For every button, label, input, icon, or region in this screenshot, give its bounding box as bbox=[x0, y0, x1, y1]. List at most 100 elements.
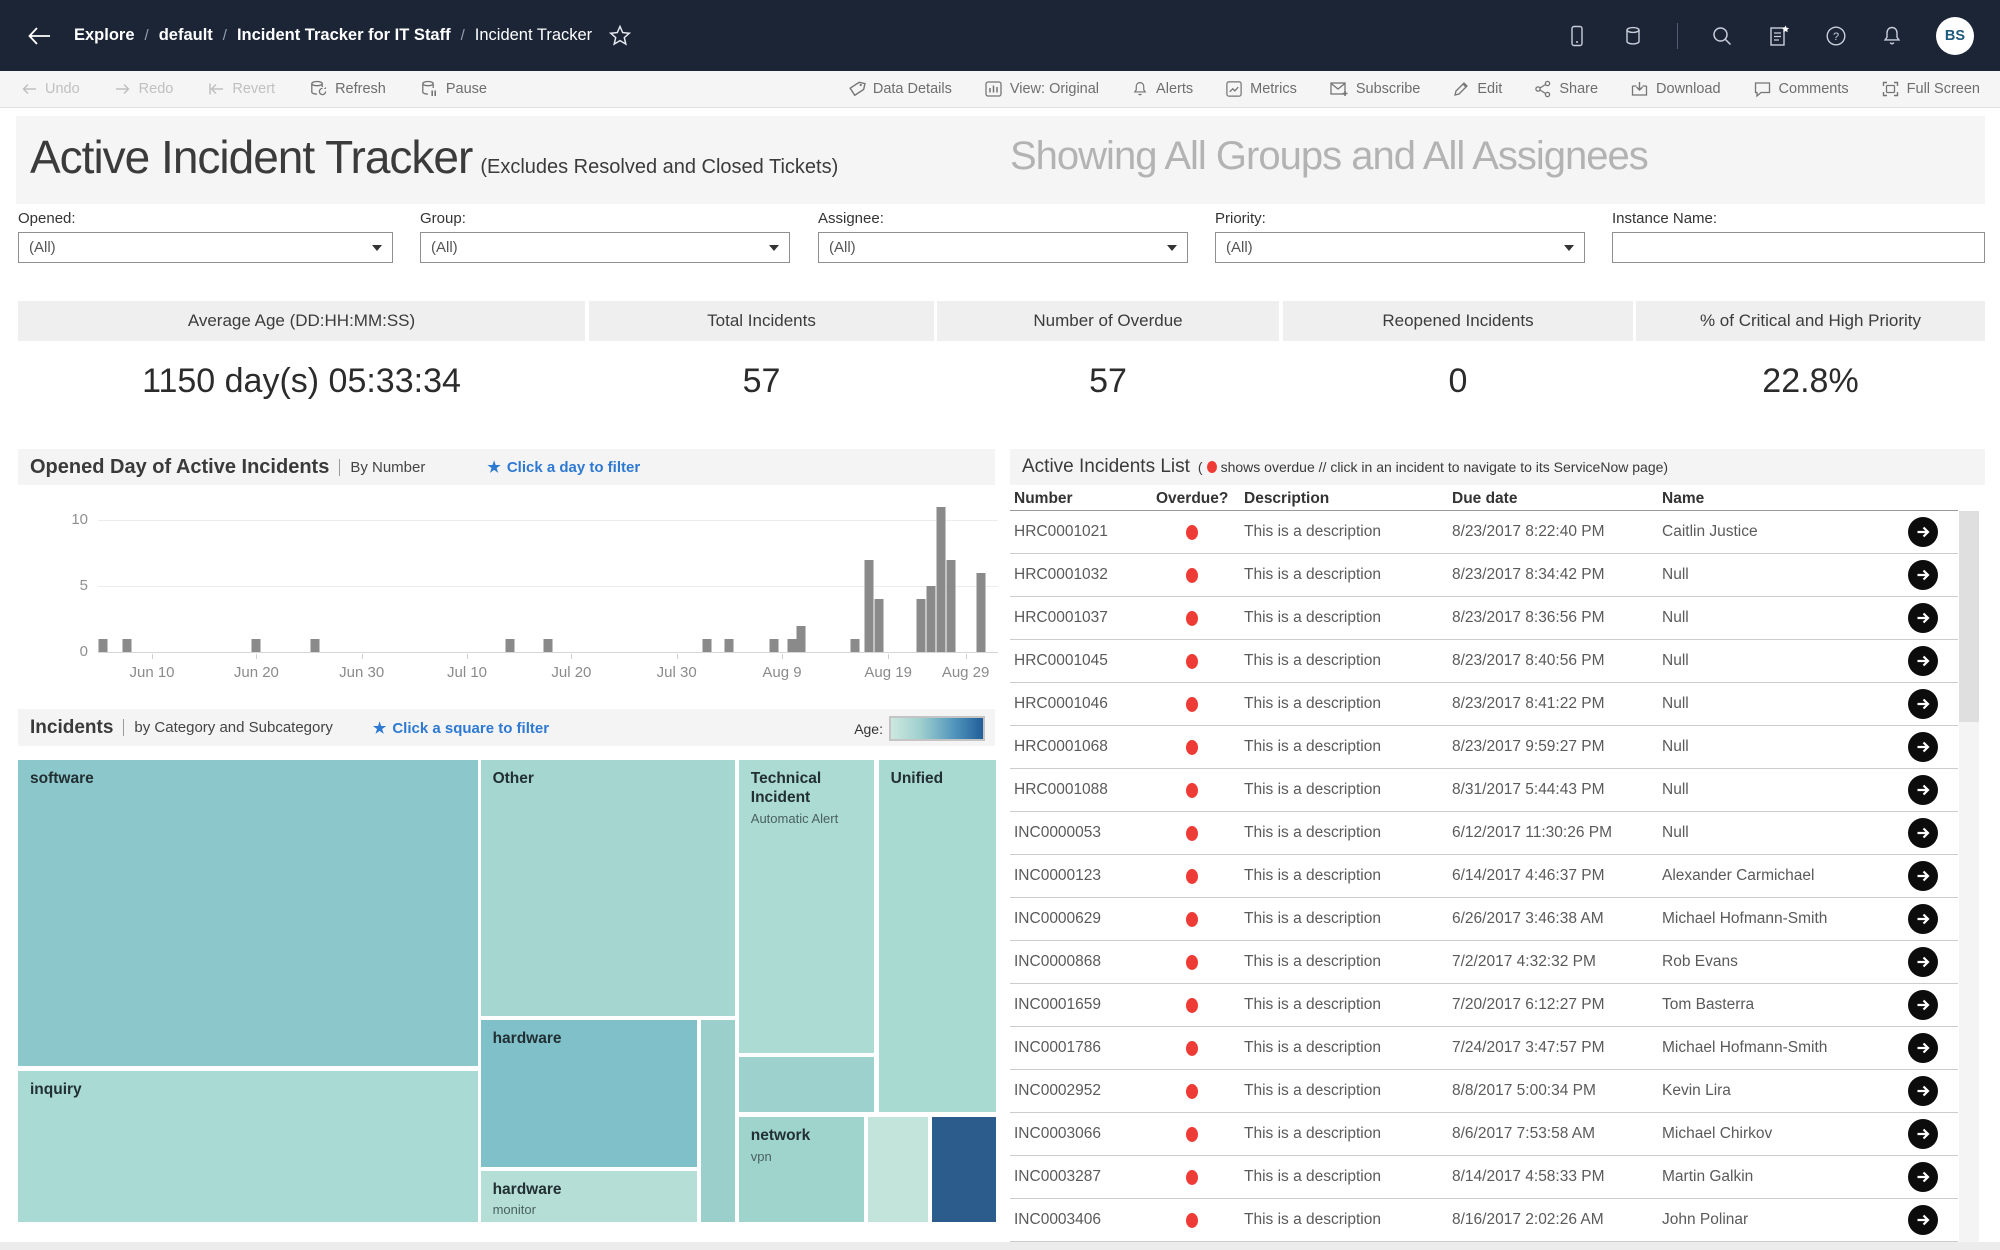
bar-aug-3[interactable] bbox=[703, 639, 712, 652]
bar-jun-7[interactable] bbox=[99, 639, 108, 652]
open-in-servicenow-button[interactable] bbox=[1908, 560, 1938, 590]
bar-jul-14[interactable] bbox=[506, 639, 515, 652]
treemap-block-hardware[interactable]: hardwaremonitor bbox=[481, 1171, 697, 1222]
table-row[interactable]: INC0003406This is a description8/16/2017… bbox=[1010, 1199, 1958, 1242]
treemap-block[interactable] bbox=[932, 1117, 996, 1222]
treemap-block-software[interactable]: software bbox=[18, 760, 478, 1066]
bar-aug-16[interactable] bbox=[850, 639, 859, 652]
open-in-servicenow-button[interactable] bbox=[1908, 689, 1938, 719]
comments-button[interactable]: Comments bbox=[1753, 80, 1849, 98]
full-screen-button[interactable]: Full Screen bbox=[1881, 80, 1980, 98]
cell-number: HRC0001068 bbox=[1014, 738, 1108, 756]
table-row[interactable]: INC0001659This is a description7/20/2017… bbox=[1010, 984, 1958, 1027]
open-in-servicenow-button[interactable] bbox=[1908, 904, 1938, 934]
breadcrumb-workbook[interactable]: Incident Tracker for IT Staff bbox=[237, 26, 451, 45]
user-avatar[interactable]: BS bbox=[1936, 17, 1974, 55]
alerts-button[interactable]: Alerts bbox=[1131, 80, 1193, 98]
back-button[interactable] bbox=[26, 25, 52, 47]
table-row[interactable]: INC0002952This is a description8/8/2017 … bbox=[1010, 1070, 1958, 1113]
filter-assignee-dropdown[interactable]: (All) bbox=[818, 232, 1188, 263]
bar-aug-10[interactable] bbox=[787, 639, 796, 652]
metrics-button[interactable]: Metrics bbox=[1225, 80, 1297, 98]
bar-jun-20[interactable] bbox=[252, 639, 261, 652]
breadcrumb-project[interactable]: default bbox=[159, 26, 213, 45]
open-in-servicenow-button[interactable] bbox=[1908, 1033, 1938, 1063]
bar-aug-8[interactable] bbox=[769, 639, 778, 652]
table-row[interactable]: HRC0001032This is a description8/23/2017… bbox=[1010, 554, 1958, 597]
treemap-block-other[interactable]: Other bbox=[481, 760, 735, 1016]
filter-opened-dropdown[interactable]: (All) bbox=[18, 232, 393, 263]
table-row[interactable]: HRC0001068This is a description8/23/2017… bbox=[1010, 726, 1958, 769]
open-in-servicenow-button[interactable] bbox=[1908, 1205, 1938, 1235]
treemap-block[interactable] bbox=[701, 1020, 735, 1222]
subscribe-button[interactable]: Subscribe bbox=[1329, 80, 1420, 98]
favorite-star-button[interactable] bbox=[608, 24, 632, 47]
open-in-servicenow-button[interactable] bbox=[1908, 947, 1938, 977]
open-in-servicenow-button[interactable] bbox=[1908, 1076, 1938, 1106]
table-row[interactable]: HRC0001046This is a description8/23/2017… bbox=[1010, 683, 1958, 726]
filter-group-dropdown[interactable]: (All) bbox=[420, 232, 790, 263]
treemap-block-unified[interactable]: Unified bbox=[879, 760, 996, 1112]
bar-aug-18[interactable] bbox=[875, 599, 884, 652]
bar-aug-21[interactable] bbox=[916, 599, 925, 652]
data-source-button[interactable] bbox=[1621, 24, 1645, 48]
open-in-servicenow-button[interactable] bbox=[1908, 646, 1938, 676]
open-in-servicenow-button[interactable] bbox=[1908, 1119, 1938, 1149]
table-row[interactable]: INC0003287This is a description8/14/2017… bbox=[1010, 1156, 1958, 1199]
bar-jun-8[interactable] bbox=[122, 639, 131, 652]
table-row[interactable]: HRC0001037This is a description8/23/2017… bbox=[1010, 597, 1958, 640]
bar-aug-5[interactable] bbox=[724, 639, 733, 652]
bar-aug-23[interactable] bbox=[937, 507, 946, 652]
open-in-servicenow-button[interactable] bbox=[1908, 818, 1938, 848]
favorites-list-button[interactable] bbox=[1766, 24, 1792, 48]
open-in-servicenow-button[interactable] bbox=[1908, 517, 1938, 547]
refresh-button[interactable]: Refresh bbox=[309, 80, 386, 98]
table-row[interactable]: INC0000868This is a description7/2/2017 … bbox=[1010, 941, 1958, 984]
data-details-button[interactable]: Data Details bbox=[847, 80, 952, 99]
treemap-block-network[interactable]: networkvpn bbox=[739, 1117, 864, 1222]
bar-jun-26[interactable] bbox=[310, 639, 319, 652]
open-in-servicenow-button[interactable] bbox=[1908, 775, 1938, 805]
treemap-block-inquiry[interactable]: inquiry bbox=[18, 1071, 478, 1222]
bar-aug-27[interactable] bbox=[976, 573, 985, 652]
mobile-preview-button[interactable] bbox=[1565, 24, 1589, 48]
undo-button[interactable]: Undo bbox=[20, 81, 80, 97]
table-row[interactable]: HRC0001088This is a description8/31/2017… bbox=[1010, 769, 1958, 812]
table-row[interactable]: INC0001786This is a description7/24/2017… bbox=[1010, 1027, 1958, 1070]
table-row[interactable]: INC0000629This is a description6/26/2017… bbox=[1010, 898, 1958, 941]
open-in-servicenow-button[interactable] bbox=[1908, 1162, 1938, 1192]
filter-priority-dropdown[interactable]: (All) bbox=[1215, 232, 1585, 263]
bar-jul-18[interactable] bbox=[544, 639, 553, 652]
search-button[interactable] bbox=[1710, 24, 1734, 48]
open-in-servicenow-button[interactable] bbox=[1908, 861, 1938, 891]
open-in-servicenow-button[interactable] bbox=[1908, 990, 1938, 1020]
table-scrollbar-thumb[interactable] bbox=[1959, 511, 1979, 722]
table-row[interactable]: INC0003066This is a description8/6/2017 … bbox=[1010, 1113, 1958, 1156]
treemap-block-hardware[interactable]: hardware bbox=[481, 1020, 697, 1167]
pause-button[interactable]: Pause bbox=[420, 80, 487, 98]
treemap-block-technical-incident[interactable]: Technical IncidentAutomatic Alert bbox=[739, 760, 874, 1053]
edit-button[interactable]: Edit bbox=[1452, 80, 1502, 98]
bar-aug-11[interactable] bbox=[796, 626, 805, 652]
help-button[interactable]: ? bbox=[1824, 24, 1848, 48]
notifications-button[interactable] bbox=[1880, 24, 1904, 48]
treemap-block[interactable] bbox=[739, 1057, 874, 1112]
instance-name-input[interactable] bbox=[1623, 238, 1974, 257]
table-row[interactable]: INC0000053This is a description6/12/2017… bbox=[1010, 812, 1958, 855]
x-axis-tick bbox=[782, 654, 783, 659]
table-row[interactable]: HRC0001021This is a description8/23/2017… bbox=[1010, 511, 1958, 554]
treemap-block[interactable] bbox=[868, 1117, 928, 1222]
share-button[interactable]: Share bbox=[1534, 80, 1598, 98]
view-original-button[interactable]: View: Original bbox=[984, 80, 1099, 98]
redo-button[interactable]: Redo bbox=[114, 81, 174, 97]
table-row[interactable]: HRC0001045This is a description8/23/2017… bbox=[1010, 640, 1958, 683]
breadcrumb-explore[interactable]: Explore bbox=[74, 26, 135, 45]
revert-button[interactable]: Revert bbox=[207, 81, 275, 97]
bar-aug-22[interactable] bbox=[927, 586, 936, 652]
open-in-servicenow-button[interactable] bbox=[1908, 732, 1938, 762]
bar-aug-17[interactable] bbox=[865, 560, 874, 652]
download-button[interactable]: Download bbox=[1630, 80, 1721, 98]
table-row[interactable]: INC0000123This is a description6/14/2017… bbox=[1010, 855, 1958, 898]
open-in-servicenow-button[interactable] bbox=[1908, 603, 1938, 633]
bar-aug-24[interactable] bbox=[947, 560, 956, 652]
